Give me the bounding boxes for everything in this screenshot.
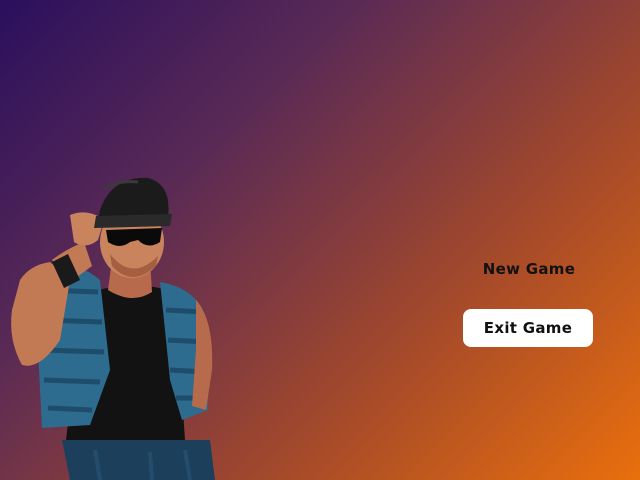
exit-game-button[interactable]: Exit Game xyxy=(463,309,593,347)
fighter-character-sprite xyxy=(11,177,215,480)
new-game-button[interactable]: New Game xyxy=(464,256,594,282)
main-menu-screen: New Game Exit Game xyxy=(0,0,640,480)
